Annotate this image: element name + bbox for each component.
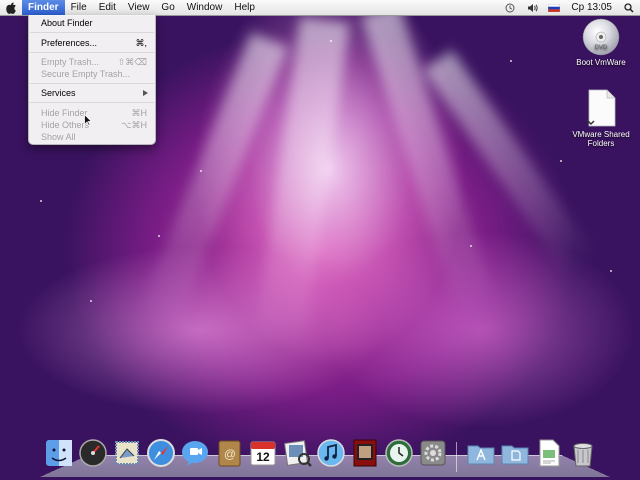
dock-trash-icon[interactable] bbox=[568, 438, 598, 468]
dock-itunes-icon[interactable] bbox=[316, 438, 346, 468]
finder-dropdown-menu: About Finder Preferences... ⌘, Empty Tra… bbox=[28, 15, 156, 145]
dock-system-preferences-icon[interactable] bbox=[418, 438, 448, 468]
menu-view[interactable]: View bbox=[122, 0, 156, 15]
dock-documents-folder-icon[interactable] bbox=[500, 438, 530, 468]
menu-separator bbox=[30, 83, 154, 84]
menu-item-show-all: Show All bbox=[41, 132, 76, 142]
dock-photo-booth-icon[interactable] bbox=[350, 438, 380, 468]
menu-separator bbox=[30, 102, 154, 103]
menu-item-hide-finder: Hide Finder ⌘H bbox=[41, 108, 147, 118]
dock-preview-icon[interactable] bbox=[282, 438, 312, 468]
dock-divider bbox=[456, 442, 457, 472]
submenu-arrow-icon bbox=[143, 90, 148, 96]
dvd-disc-icon: DVD bbox=[582, 18, 620, 56]
menu-help[interactable]: Help bbox=[228, 0, 261, 15]
menu-finder[interactable]: Finder bbox=[22, 0, 65, 15]
desktop-icon-vmware-shared-folders[interactable]: VMware Shared Folders bbox=[566, 88, 636, 148]
menu-file[interactable]: File bbox=[65, 0, 93, 15]
apple-menu-icon[interactable] bbox=[0, 0, 22, 15]
dock-dashboard-icon[interactable] bbox=[78, 438, 108, 468]
menu-window[interactable]: Window bbox=[181, 0, 229, 15]
menu-item-hide-others: Hide Others ⌥⌘H bbox=[41, 120, 147, 130]
menu-go[interactable]: Go bbox=[155, 0, 180, 15]
time-machine-icon[interactable] bbox=[503, 0, 517, 15]
dock-ichat-icon[interactable] bbox=[180, 438, 210, 468]
calendar-day-number: 12 bbox=[256, 450, 270, 464]
menu-item-secure-empty-trash: Secure Empty Trash... bbox=[41, 69, 131, 79]
input-flag-ru-icon[interactable] bbox=[547, 0, 561, 15]
menu-bar: Finder File Edit View Go Window Help Ср … bbox=[0, 0, 640, 16]
dock-safari-icon[interactable] bbox=[146, 438, 176, 468]
menu-edit[interactable]: Edit bbox=[93, 0, 122, 15]
dock-applications-folder-icon[interactable] bbox=[466, 438, 496, 468]
dock-document-icon[interactable] bbox=[534, 438, 564, 468]
menu-item-services[interactable]: Services bbox=[29, 87, 155, 99]
menu-separator bbox=[30, 52, 154, 53]
volume-icon[interactable] bbox=[525, 0, 539, 15]
dock-time-machine-icon[interactable] bbox=[384, 438, 414, 468]
mouse-cursor-icon bbox=[84, 113, 93, 131]
dock-address-book-icon[interactable]: @ bbox=[214, 438, 244, 468]
svg-text:DVD: DVD bbox=[595, 45, 608, 51]
menu-separator bbox=[30, 32, 154, 33]
spotlight-search-icon[interactable] bbox=[622, 0, 636, 15]
shared-folder-icon bbox=[586, 89, 616, 127]
desktop-icon-boot-vmware[interactable]: DVD Boot VmWare bbox=[570, 18, 632, 67]
dock: @ 12 bbox=[44, 438, 604, 472]
svg-text:@: @ bbox=[224, 447, 236, 461]
menu-item-about-finder[interactable]: About Finder bbox=[29, 17, 155, 29]
menu-item-preferences[interactable]: Preferences... ⌘, bbox=[29, 37, 155, 49]
menu-clock[interactable]: Ср 13:05 bbox=[565, 2, 618, 13]
dock-mail-icon[interactable] bbox=[112, 438, 142, 468]
dock-ical-icon[interactable]: 12 bbox=[248, 438, 278, 468]
dock-finder-icon[interactable] bbox=[44, 438, 74, 468]
menu-item-empty-trash: Empty Trash... ⇧⌘⌫ bbox=[41, 57, 147, 67]
